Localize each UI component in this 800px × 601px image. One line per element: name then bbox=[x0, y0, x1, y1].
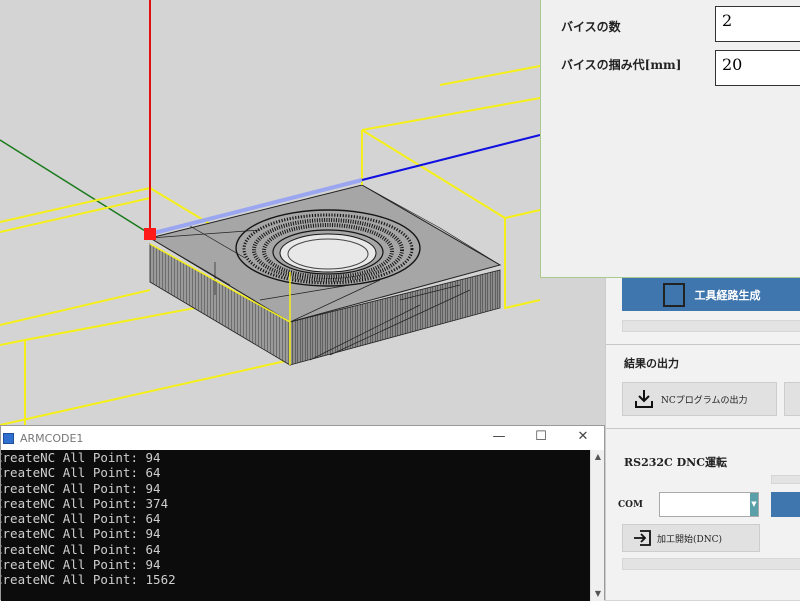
dnc-start-label: 加工開始(DNC) bbox=[657, 534, 722, 545]
scroll-up-icon[interactable]: ▲ bbox=[591, 450, 605, 464]
console-line: CreateNC All Point: 374 bbox=[1, 495, 169, 511]
origin-marker bbox=[144, 228, 156, 240]
com-label: COM bbox=[618, 500, 643, 510]
vise-grip-value: 20 bbox=[722, 55, 743, 74]
dnc-section-title: RS232C DNC運転 bbox=[624, 456, 727, 469]
console-line: CreateNC All Point: 1562 bbox=[1, 572, 176, 588]
console-output[interactable]: CreateNC All Point: 94 CreateNC All Poin… bbox=[1, 450, 590, 601]
console-title: ARMCODE1 bbox=[20, 431, 84, 445]
close-icon[interactable]: ✕ bbox=[573, 429, 593, 444]
divider bbox=[606, 428, 800, 429]
maximize-icon[interactable]: ☐ bbox=[531, 429, 551, 444]
vise-count-label: バイスの数 bbox=[561, 20, 621, 34]
toolpath-icon bbox=[662, 282, 685, 307]
dnc-status-bar bbox=[771, 475, 800, 484]
divider bbox=[606, 344, 800, 345]
vise-parameter-dialog: バイスの数 2 バイスの掴み代[mm] 20 bbox=[540, 0, 800, 278]
axis-z-line bbox=[0, 139, 151, 235]
3d-viewport[interactable] bbox=[0, 0, 605, 425]
minimize-icon[interactable]: — bbox=[489, 429, 509, 444]
console-line: CreateNC All Point: 64 bbox=[1, 511, 161, 527]
console-titlebar: ARMCODE1 — ☐ ✕ bbox=[1, 426, 604, 450]
nc-output-button[interactable]: NCプログラムの出力 bbox=[622, 382, 777, 416]
vise-count-input[interactable]: 2 bbox=[715, 6, 800, 42]
vise-grip-label: バイスの掴み代[mm] bbox=[561, 58, 682, 72]
dnc-start-button[interactable]: 加工開始(DNC) bbox=[622, 524, 760, 552]
console-line: CreateNC All Point: 94 bbox=[1, 557, 161, 573]
console-window: ARMCODE1 — ☐ ✕ CreateNC All Point: 94 Cr… bbox=[0, 425, 605, 601]
console-line: CreateNC All Point: 94 bbox=[1, 450, 161, 465]
dnc-connect-button[interactable] bbox=[771, 492, 800, 517]
generate-toolpath-label: 工具経路生成 bbox=[694, 288, 761, 302]
enter-icon bbox=[634, 530, 651, 546]
output-extra-button[interactable] bbox=[784, 382, 800, 416]
chevron-down-icon[interactable]: ▼ bbox=[750, 493, 758, 516]
com-port-select[interactable]: ▼ bbox=[659, 492, 759, 517]
3d-scene bbox=[0, 0, 541, 425]
console-line: CreateNC All Point: 94 bbox=[1, 526, 161, 542]
console-scrollbar[interactable]: ▲ ▼ bbox=[590, 450, 604, 601]
generate-toolpath-button[interactable]: 工具経路生成 bbox=[622, 278, 800, 311]
console-line: CreateNC All Point: 64 bbox=[1, 541, 161, 557]
console-app-icon bbox=[3, 432, 14, 444]
toolpath-progress-bar bbox=[622, 320, 800, 332]
vise-count-value: 2 bbox=[722, 11, 733, 30]
vise-grip-input[interactable]: 20 bbox=[715, 50, 800, 86]
output-section-title: 結果の出力 bbox=[624, 357, 679, 370]
scroll-down-icon[interactable]: ▼ bbox=[591, 587, 605, 601]
download-icon bbox=[635, 390, 653, 408]
control-panel: 工具経路生成 結果の出力 NCプログラムの出力 RS232C DNC運転 COM… bbox=[605, 278, 800, 600]
console-line: CreateNC All Point: 64 bbox=[1, 465, 161, 481]
axis-x-line-far bbox=[361, 134, 541, 181]
dnc-progress-bar bbox=[622, 558, 800, 570]
nc-output-label: NCプログラムの出力 bbox=[661, 395, 748, 406]
console-line: CreateNC All Point: 94 bbox=[1, 480, 161, 496]
